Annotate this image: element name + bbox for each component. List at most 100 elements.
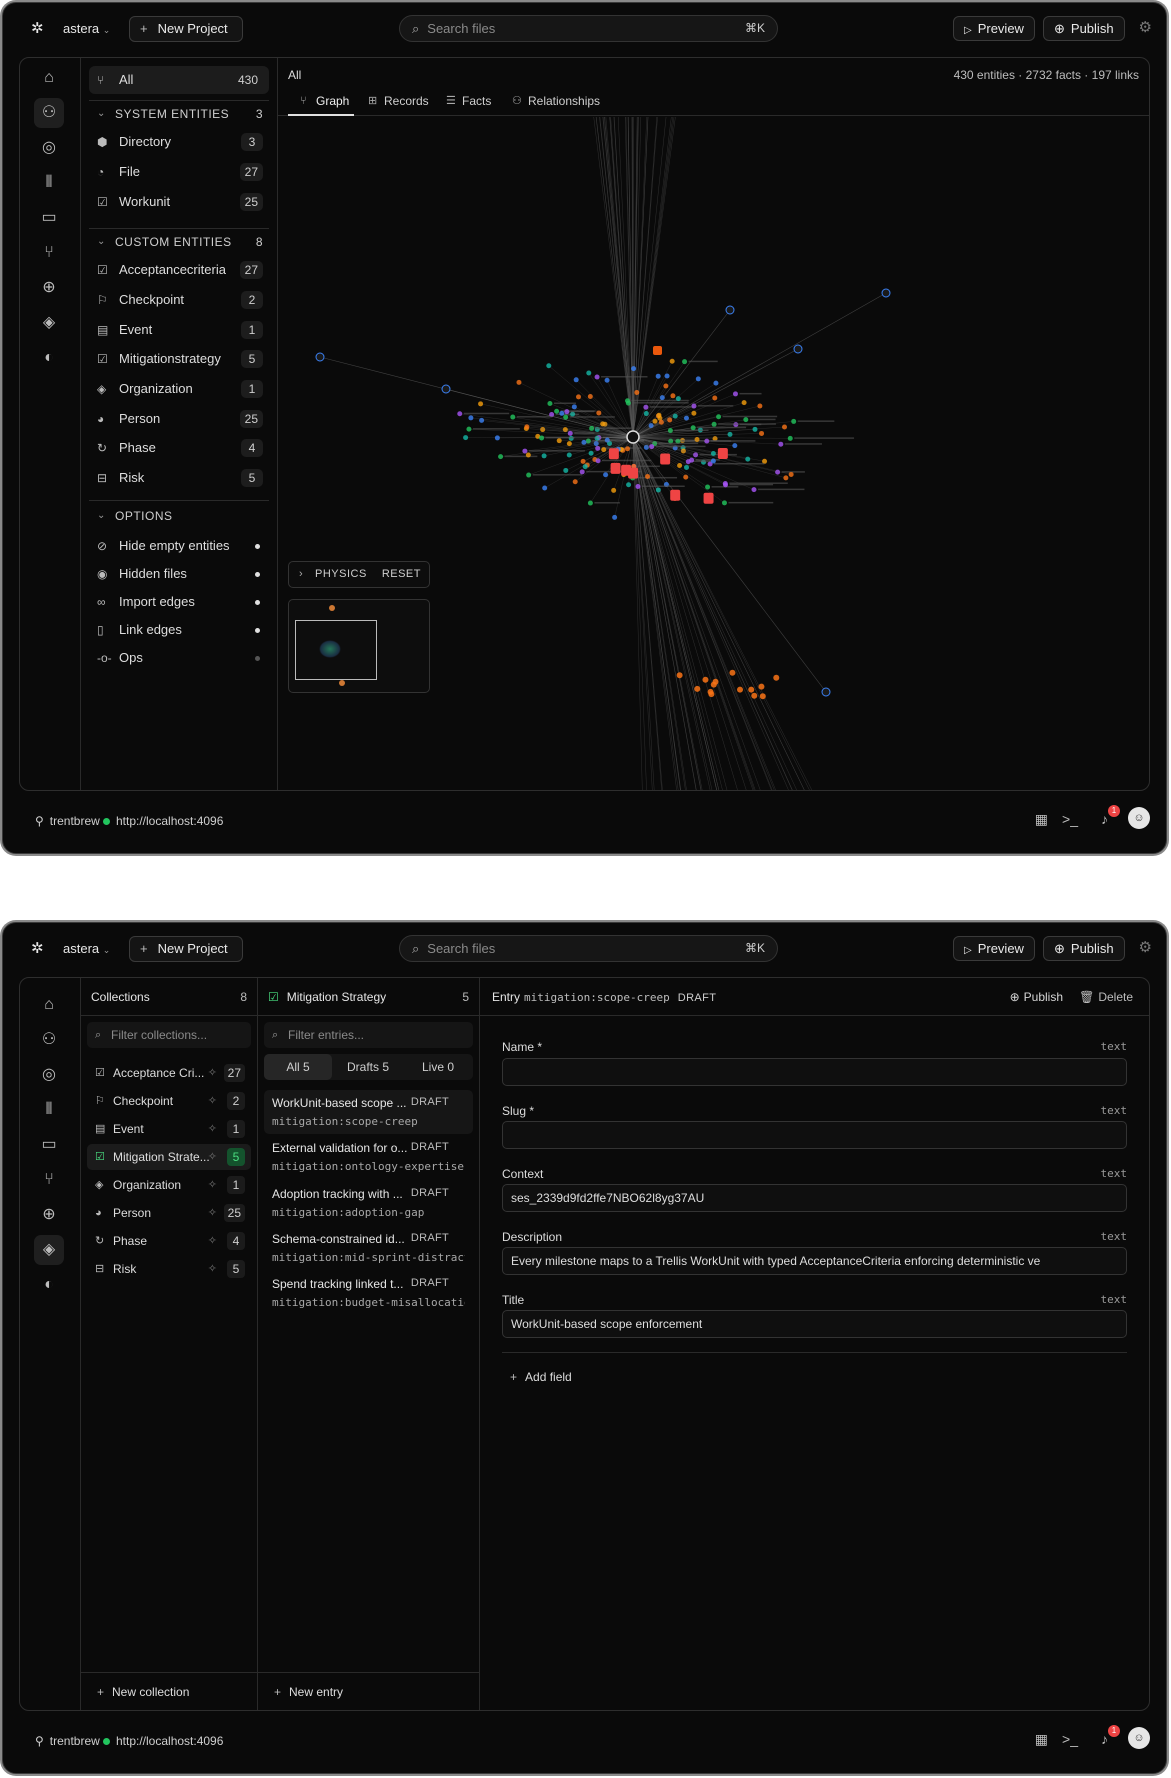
toggle-on-dot[interactable] xyxy=(255,600,260,605)
sidebar-item-all[interactable]: ⑂ All 430 xyxy=(89,66,269,94)
tab-relationships[interactable]: ⚇ Relationships xyxy=(510,90,600,116)
search-input[interactable]: ⌕ Search files ⌘K xyxy=(399,935,778,962)
collection-item-person[interactable]: ◕ Person ✧ 25 xyxy=(87,1200,251,1226)
seg-live[interactable]: Live 0 xyxy=(404,1054,472,1080)
sidebar-item-event[interactable]: ▤ Event 1 xyxy=(89,316,269,344)
description-field[interactable]: Every milestone maps to a Trellis WorkUn… xyxy=(502,1247,1127,1275)
search-input[interactable]: ⌕ Search files ⌘K xyxy=(399,15,778,42)
custom-entities-section[interactable]: ⌄ CUSTOM ENTITIES 8 xyxy=(89,230,269,254)
palette-icon[interactable]: ◐ xyxy=(34,343,64,373)
option-ops[interactable]: -o- Ops xyxy=(89,644,269,672)
app-logo-icon[interactable]: ✲ xyxy=(31,941,47,957)
collection-item-phase[interactable]: ↻ Phase ✧ 4 xyxy=(87,1228,251,1254)
toggle-off-dot[interactable] xyxy=(255,656,260,661)
new-project-button[interactable]: + New Project xyxy=(129,16,243,42)
sidebar-item-phase[interactable]: ↻ Phase 4 xyxy=(89,434,269,462)
layers-icon[interactable]: ◈ xyxy=(34,1235,64,1265)
collection-item-event[interactable]: ▤ Event ✧ 1 xyxy=(87,1116,251,1142)
workspace-switcher[interactable]: astera ⌄ xyxy=(63,941,110,958)
collection-item-organization[interactable]: ◈ Organization ✧ 1 xyxy=(87,1172,251,1198)
collection-item-acceptance-criteria[interactable]: ☑ Acceptance Cri... ✧ 27 xyxy=(87,1060,251,1086)
sidebar-item-mitigationstrategy[interactable]: ☑ Mitigationstrategy 5 xyxy=(89,345,269,373)
palette-icon[interactable]: ◐ xyxy=(34,1270,64,1300)
new-project-button[interactable]: + New Project xyxy=(129,936,243,962)
server-url[interactable]: http://localhost:4096 xyxy=(103,814,223,828)
option-hidden-files[interactable]: ◉ Hidden files xyxy=(89,560,269,588)
settings-gear-icon[interactable]: ⚙ xyxy=(1139,938,1152,956)
entry-item[interactable]: External validation for o... DRAFT mitigat… xyxy=(264,1135,473,1179)
filter-entries-input[interactable]: ⌕ Filter entries... xyxy=(264,1022,473,1048)
entry-delete-button[interactable]: 🗑 Delete xyxy=(1079,978,1133,1016)
options-section[interactable]: ⌄ OPTIONS xyxy=(89,504,269,528)
bell-icon[interactable]: ♪ 1 xyxy=(1101,805,1120,827)
avatar[interactable]: ☺ xyxy=(1128,807,1150,829)
entry-item[interactable]: Schema-constrained id... DRAFT mitigation:… xyxy=(264,1226,473,1270)
physics-panel[interactable]: › PHYSICS RESET xyxy=(288,561,430,588)
git-icon[interactable]: ⑂ xyxy=(34,1165,64,1195)
tab-records[interactable]: ⊞ Records xyxy=(366,90,429,116)
git-icon[interactable]: ⑂ xyxy=(34,238,64,268)
sidebar-item-acceptancecriteria[interactable]: ☑ Acceptancecriteria 27 xyxy=(89,256,269,284)
sidebar-item-file[interactable]: ◔ File 27 xyxy=(89,158,269,186)
publish-button[interactable]: ⊕ Publish xyxy=(1043,16,1125,41)
workspace-switcher[interactable]: astera ⌄ xyxy=(63,21,110,38)
sidebar-item-organization[interactable]: ◈ Organization 1 xyxy=(89,375,269,403)
seg-all[interactable]: All 5 xyxy=(264,1054,332,1080)
add-field-button[interactable]: + Add field xyxy=(510,1370,572,1384)
server-url[interactable]: http://localhost:4096 xyxy=(103,1734,223,1748)
preview-button[interactable]: ▷ Preview xyxy=(953,16,1035,41)
option-link-edges[interactable]: ▯ Link edges xyxy=(89,616,269,644)
terminal-icon[interactable]: >_ xyxy=(1062,811,1078,827)
new-entry-button[interactable]: + New entry xyxy=(258,1672,479,1710)
tab-graph[interactable]: ⑂ Graph xyxy=(288,90,354,116)
layout-icon[interactable]: ▦ xyxy=(1035,1731,1048,1748)
publish-button[interactable]: ⊕ Publish xyxy=(1043,936,1125,961)
compass-icon[interactable]: ◎ xyxy=(34,133,64,163)
title-field[interactable]: WorkUnit-based scope enforcement xyxy=(502,1310,1127,1338)
sidebar-item-person[interactable]: ◕ Person 25 xyxy=(89,405,269,433)
globe-icon[interactable]: ⊕ xyxy=(34,273,64,303)
sidebar-item-risk[interactable]: ⊟ Risk 5 xyxy=(89,464,269,492)
new-collection-button[interactable]: + New collection xyxy=(81,1672,257,1710)
collection-item-risk[interactable]: ⊟ Risk ✧ 5 xyxy=(87,1256,251,1282)
app-logo-icon[interactable]: ✲ xyxy=(31,21,47,37)
collection-item-mitigation-strategy[interactable]: ☑ Mitigation Strate... ✧ 5 xyxy=(87,1144,251,1170)
terminal-icon[interactable]: >_ xyxy=(1062,1731,1078,1747)
folder-icon[interactable]: ▭ xyxy=(34,203,64,233)
avatar[interactable]: ☺ xyxy=(1128,1727,1150,1749)
tab-facts[interactable]: ☰ Facts xyxy=(444,90,491,116)
toggle-on-dot[interactable] xyxy=(255,628,260,633)
entry-publish-button[interactable]: ⊕ Publish xyxy=(1010,978,1063,1016)
seg-drafts[interactable]: Drafts 5 xyxy=(334,1054,402,1080)
option-hide-empty-entities[interactable]: ⊘ Hide empty entities xyxy=(89,532,269,560)
compass-icon[interactable]: ◎ xyxy=(34,1060,64,1090)
graph-icon[interactable]: ⚇ xyxy=(34,1025,64,1055)
name-field[interactable] xyxy=(502,1058,1127,1086)
minimap[interactable] xyxy=(288,599,430,693)
entry-item[interactable]: WorkUnit-based scope ... DRAFT mitigation:… xyxy=(264,1090,473,1134)
sidebar-item-checkpoint[interactable]: ⚐ Checkpoint 2 xyxy=(89,286,269,314)
filter-collections-input[interactable]: ⌕ Filter collections... xyxy=(87,1022,251,1048)
user-label[interactable]: ⚲ trentbrew xyxy=(35,814,100,828)
settings-gear-icon[interactable]: ⚙ xyxy=(1139,18,1152,36)
sidebar-item-directory[interactable]: ⬢ Directory 3 xyxy=(89,128,269,156)
user-label[interactable]: ⚲ trentbrew xyxy=(35,1734,100,1748)
sidebar-item-workunit[interactable]: ☑ Workunit 25 xyxy=(89,188,269,216)
layers-icon[interactable]: ◈ xyxy=(34,308,64,338)
kanban-icon[interactable]: ⫴ xyxy=(34,1095,64,1125)
reset-button[interactable]: RESET xyxy=(382,562,421,587)
entry-item[interactable]: Adoption tracking with ... DRAFT mitigatio… xyxy=(264,1181,473,1225)
toggle-on-dot[interactable] xyxy=(255,544,260,549)
system-entities-section[interactable]: ⌄ SYSTEM ENTITIES 3 xyxy=(89,102,269,126)
home-icon[interactable]: ⌂ xyxy=(34,63,64,93)
folder-icon[interactable]: ▭ xyxy=(34,1130,64,1160)
bell-icon[interactable]: ♪ 1 xyxy=(1101,1725,1120,1747)
graph-icon[interactable]: ⚇ xyxy=(34,98,64,128)
entry-item[interactable]: Spend tracking linked t... DRAFT mitigatio… xyxy=(264,1271,473,1315)
globe-icon[interactable]: ⊕ xyxy=(34,1200,64,1230)
option-import-edges[interactable]: ∞ Import edges xyxy=(89,588,269,616)
collection-item-checkpoint[interactable]: ⚐ Checkpoint ✧ 2 xyxy=(87,1088,251,1114)
preview-button[interactable]: ▷ Preview xyxy=(953,936,1035,961)
context-field[interactable]: ses_2339d9fd2ffe7NBO62l8yg37AU xyxy=(502,1184,1127,1212)
slug-field[interactable] xyxy=(502,1121,1127,1149)
